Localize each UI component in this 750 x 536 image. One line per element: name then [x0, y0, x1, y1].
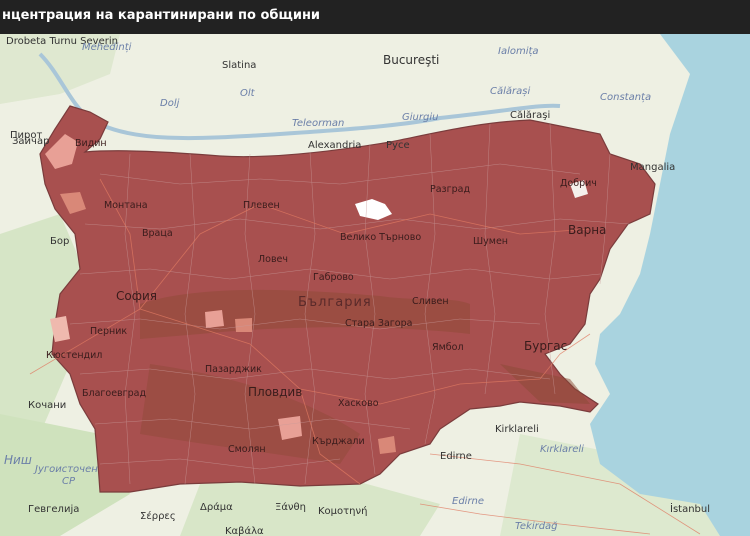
city-label: Пловдив	[248, 385, 302, 399]
capital-label: София	[116, 289, 157, 303]
place-label: Edirne	[440, 451, 472, 462]
city-label: Плевен	[243, 200, 280, 211]
city-label: Кърджали	[312, 436, 365, 447]
city-label: Сливен	[412, 296, 449, 307]
region-label: Kırklareli	[540, 444, 584, 455]
region-label: Teleorman	[292, 118, 344, 129]
city-label: Видин	[75, 138, 107, 149]
map-canvas[interactable]: Drobeta Turnu Severin Slatina Bucureşti …	[0, 34, 750, 536]
place-label: Καβάλα	[225, 525, 264, 536]
place-label: Δράμα	[200, 501, 233, 513]
place-label: Bucureşti	[383, 53, 439, 67]
municipality-light	[235, 318, 252, 332]
region-label: Constanța	[600, 92, 651, 103]
place-label: Зайчар	[12, 136, 49, 147]
place-label: Mangalia	[630, 162, 675, 173]
region-label: CP	[62, 476, 76, 487]
place-label: Pyce	[386, 140, 410, 151]
municipality-light	[278, 416, 302, 440]
city-label: Добрич	[560, 178, 597, 189]
region-label: Ialomița	[498, 46, 539, 57]
region-label: Olt	[240, 88, 256, 99]
region-label: Ниш	[4, 453, 32, 467]
municipality-light	[205, 310, 224, 328]
title-bar: нцентрация на карантинирани по общини	[0, 0, 750, 34]
city-label: Разград	[430, 184, 470, 195]
place-label: Κομοτηνή	[318, 505, 367, 517]
city-label: Ловеч	[258, 254, 288, 265]
city-label: Враца	[142, 228, 173, 239]
place-label: Kirklareli	[495, 424, 539, 435]
city-label: Велико Търново	[340, 232, 421, 243]
city-label: Бургас	[524, 339, 567, 353]
municipality-light	[378, 436, 396, 454]
city-label: Варна	[568, 223, 606, 237]
region-label: Edirne	[452, 496, 484, 507]
place-label: Ξάνθη	[275, 501, 306, 513]
region-label: Југоисточен	[33, 464, 98, 475]
city-label: Шумен	[473, 236, 508, 247]
place-label: Гевгелија	[28, 503, 79, 515]
map-title: нцентрация на карантинирани по общини	[2, 8, 321, 23]
country-label: България	[298, 295, 372, 310]
region-label: Călărași	[490, 86, 530, 97]
place-label: İstanbul	[670, 502, 710, 515]
place-label: Slatina	[222, 60, 256, 71]
place-label: Кочани	[28, 400, 66, 411]
city-label: Монтана	[104, 200, 148, 211]
region-label: Mehedinți	[82, 42, 132, 53]
city-label: Перник	[90, 326, 127, 337]
place-label: Σέρρες	[140, 510, 176, 522]
city-label: Хасково	[338, 398, 379, 409]
region-label: Dolj	[160, 98, 180, 109]
place-label: Călăraşi	[510, 110, 550, 121]
city-label: Пазарджик	[205, 364, 262, 375]
city-label: Смолян	[228, 444, 266, 455]
city-label: Стара Загора	[345, 318, 412, 329]
map-view[interactable]: Drobeta Turnu Severin Slatina Bucureşti …	[0, 34, 750, 536]
region-label: Giurgiu	[402, 112, 438, 123]
place-label: Alexandria	[308, 140, 361, 151]
city-label: Ямбол	[432, 342, 464, 353]
place-label: Бор	[50, 236, 69, 247]
city-label: Благоевград	[82, 388, 147, 399]
region-label: Tekirdağ	[515, 521, 558, 532]
city-label: Кюстендил	[46, 350, 102, 361]
city-label: Габрово	[313, 272, 354, 283]
